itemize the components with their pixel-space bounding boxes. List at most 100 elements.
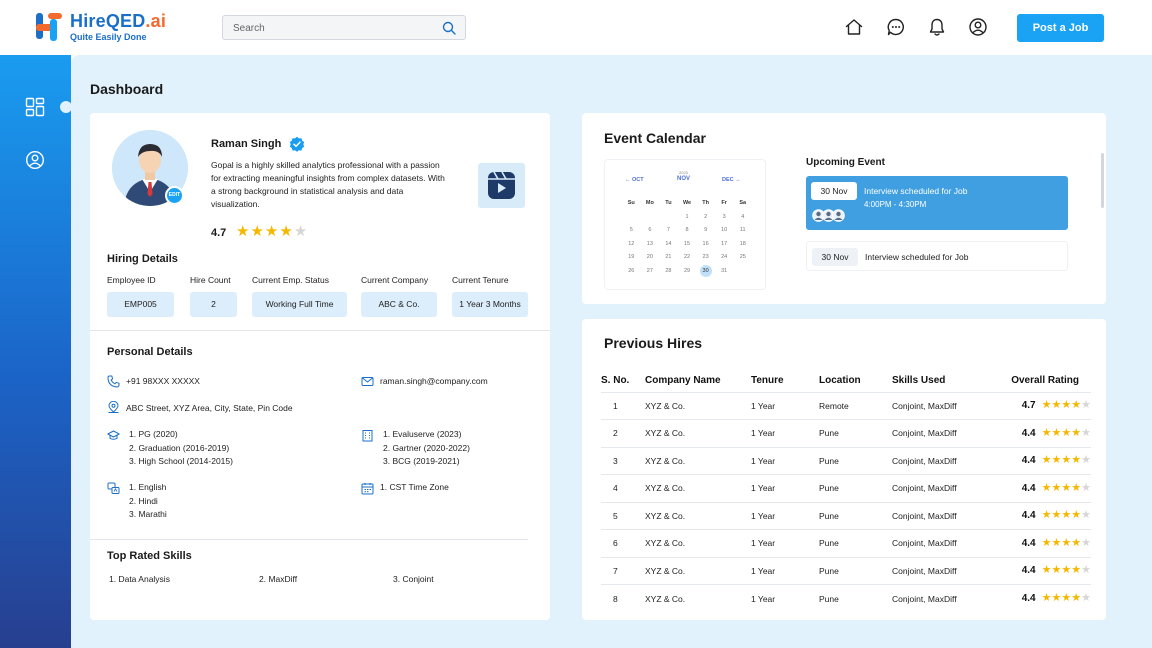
table-row[interactable]: 5 XYZ & Co. 1 Year Pune Conjoint, MaxDiff 4.4… bbox=[601, 501, 1091, 530]
calendar-day[interactable]: 31 bbox=[715, 265, 734, 279]
events-scrollbar[interactable] bbox=[1101, 153, 1104, 208]
star-empty-icon: ★ bbox=[293, 223, 308, 240]
calendar-day[interactable]: 23 bbox=[696, 251, 715, 265]
cell-location: Pune bbox=[819, 556, 892, 585]
calendar-day[interactable]: 7 bbox=[659, 224, 678, 238]
cell-rating: 4.7 ★ ★ ★ ★ ★ bbox=[998, 391, 1091, 420]
star-rating: ★ ★ ★ ★ ★ bbox=[1042, 536, 1091, 549]
bell-icon[interactable] bbox=[927, 17, 947, 37]
calendar-day[interactable]: 17 bbox=[715, 238, 734, 252]
emp-status-value: Working Full Time bbox=[252, 292, 347, 317]
calendar-day[interactable]: 30 bbox=[696, 264, 715, 279]
calendar-day[interactable]: 8 bbox=[678, 224, 697, 238]
language-list: 1. English 2. Hindi 3. Marathi bbox=[129, 481, 167, 522]
calendar-week-row: 5 6 7 8 9 10 11 bbox=[622, 224, 752, 238]
calendar-day[interactable]: 16 bbox=[696, 238, 715, 252]
user-profile-icon[interactable] bbox=[25, 150, 45, 170]
star-empty-icon: ★ bbox=[1081, 536, 1091, 549]
table-row[interactable]: 6 XYZ & Co. 1 Year Pune Conjoint, MaxDiff 4.4… bbox=[601, 529, 1091, 557]
calendar-day[interactable]: 25 bbox=[733, 251, 752, 265]
cell-rating: 4.4 ★ ★ ★ ★ ★ bbox=[998, 501, 1091, 530]
current-company-label: Current Company bbox=[361, 275, 429, 285]
calendar-year: 2023 bbox=[679, 170, 688, 175]
sidebar bbox=[0, 55, 71, 648]
star-icon: ★ bbox=[1041, 454, 1052, 467]
calendar-day[interactable]: 1 bbox=[678, 211, 697, 225]
cell-tenure: 1 Year bbox=[751, 584, 819, 612]
cell-location: Pune bbox=[819, 419, 892, 447]
calendar-day[interactable]: 27 bbox=[641, 265, 660, 279]
hire-count-label: Hire Count bbox=[190, 275, 231, 285]
current-tenure-label: Current Tenure bbox=[452, 275, 509, 285]
current-tenure-value: 1 Year 3 Months bbox=[452, 292, 528, 317]
chat-icon[interactable] bbox=[886, 17, 906, 37]
address: ABC Street, XYZ Area, City, State, Pin C… bbox=[126, 403, 293, 413]
table-row[interactable]: 4 XYZ & Co. 1 Year Pune Conjoint, MaxDiff 4.4… bbox=[601, 474, 1091, 502]
calendar-day[interactable]: 14 bbox=[659, 238, 678, 252]
experience-item: 2. Gartner (2020-2022) bbox=[383, 442, 470, 453]
star-icon: ★ bbox=[1061, 509, 1072, 522]
edit-avatar-button[interactable]: EDIT bbox=[165, 186, 184, 205]
cell-company: XYZ & Co. bbox=[645, 584, 751, 612]
calendar-day[interactable]: 15 bbox=[678, 238, 697, 252]
calendar-day[interactable]: 21 bbox=[659, 251, 678, 265]
calendar-day[interactable]: 11 bbox=[733, 224, 752, 238]
table-row[interactable]: 7 XYZ & Co. 1 Year Pune Conjoint, MaxDiff 4.4… bbox=[601, 556, 1091, 585]
event-item[interactable]: 30 Nov Interview scheduled for Job 4:00P… bbox=[806, 176, 1068, 230]
hire-count-value: 2 bbox=[190, 292, 237, 317]
calendar-day[interactable]: 28 bbox=[659, 265, 678, 279]
search-icon[interactable] bbox=[442, 21, 456, 35]
calendar-day[interactable]: 3 bbox=[715, 211, 734, 225]
calendar-day[interactable]: 18 bbox=[733, 238, 752, 252]
calendar-day[interactable]: 26 bbox=[622, 265, 641, 279]
cell-company: XYZ & Co. bbox=[645, 419, 751, 447]
calendar-day[interactable]: 4 bbox=[733, 211, 752, 225]
cell-tenure: 1 Year bbox=[751, 391, 819, 420]
calendar-day[interactable]: 29 bbox=[678, 265, 697, 279]
star-rating: ★ ★ ★ ★ ★ bbox=[1042, 426, 1091, 439]
star-icon: ★ bbox=[1051, 592, 1062, 605]
cell-company: XYZ & Co. bbox=[645, 556, 751, 585]
column-header: Overall Rating bbox=[1011, 374, 1079, 386]
logo[interactable]: HireQED.ai Quite Easily Done bbox=[34, 11, 166, 43]
employee-id-label: Employee ID bbox=[107, 275, 156, 285]
next-month-button[interactable]: DEC → bbox=[722, 177, 741, 183]
calendar-day[interactable]: 20 bbox=[641, 251, 660, 265]
dashboard-icon[interactable] bbox=[25, 97, 45, 117]
calendar-day[interactable]: 19 bbox=[622, 251, 641, 265]
weekday-label: Fr bbox=[721, 200, 727, 206]
star-icon: ★ bbox=[1071, 592, 1082, 605]
table-row[interactable]: 2 XYZ & Co. 1 Year Pune Conjoint, MaxDiff 4.4… bbox=[601, 419, 1091, 447]
selected-day[interactable]: 30 bbox=[699, 264, 712, 277]
experience-item: 3. BCG (2019-2021) bbox=[383, 456, 460, 466]
rating-value: 4.4 bbox=[1021, 537, 1036, 549]
calendar-day[interactable]: 9 bbox=[696, 224, 715, 238]
star-empty-icon: ★ bbox=[1081, 564, 1091, 577]
calendar-day[interactable]: 2 bbox=[696, 211, 715, 225]
cell-skills: Conjoint, MaxDiff bbox=[892, 529, 998, 557]
weekday-label: Su bbox=[627, 200, 635, 206]
profile-icon[interactable] bbox=[968, 17, 988, 37]
table-row[interactable]: 3 XYZ & Co. 1 Year Pune Conjoint, MaxDiff 4.4… bbox=[601, 446, 1091, 475]
event-item[interactable]: 30 Nov Interview scheduled for Job bbox=[806, 241, 1068, 271]
table-row[interactable]: 1 XYZ & Co. 1 Year Remote Conjoint, MaxDiff 4… bbox=[601, 391, 1091, 420]
calendar-day[interactable]: 13 bbox=[641, 238, 660, 252]
table-row[interactable]: 8 XYZ & Co. 1 Year Pune Conjoint, MaxDiff 4.4… bbox=[601, 584, 1091, 612]
location-pin-icon bbox=[108, 401, 119, 413]
home-icon[interactable] bbox=[844, 17, 864, 37]
search-input[interactable] bbox=[233, 20, 433, 36]
post-job-button[interactable]: Post a Job bbox=[1017, 14, 1104, 42]
calendar-day[interactable]: 6 bbox=[641, 224, 660, 238]
cell-sno: 7 bbox=[601, 556, 645, 585]
weekday-label: Th bbox=[702, 200, 709, 206]
calendar-day[interactable]: 22 bbox=[678, 251, 697, 265]
calendar-day[interactable]: 12 bbox=[622, 238, 641, 252]
prev-month-button[interactable]: ← OCT bbox=[625, 177, 644, 183]
star-icon: ★ bbox=[1051, 426, 1062, 439]
calendar-day[interactable]: 24 bbox=[715, 251, 734, 265]
top-header: HireQED.ai Quite Easily Done Search Post… bbox=[0, 0, 1152, 55]
calendar-day[interactable]: 10 bbox=[715, 224, 734, 238]
weekday-label: We bbox=[682, 200, 692, 206]
intro-video-button[interactable] bbox=[478, 163, 525, 208]
calendar-day[interactable]: 5 bbox=[622, 224, 641, 238]
